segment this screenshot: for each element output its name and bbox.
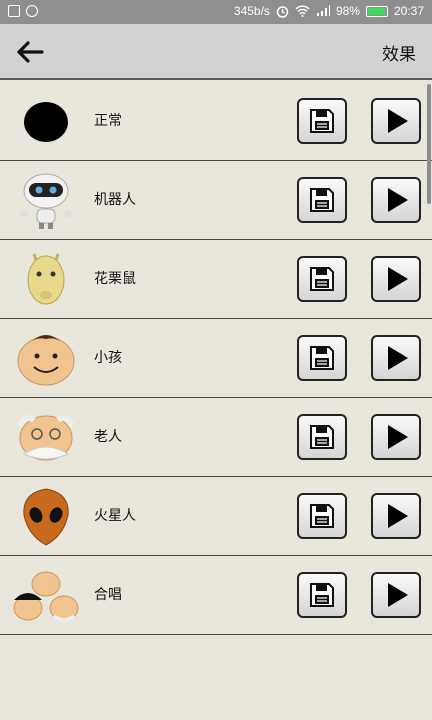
- robot-avatar: [12, 171, 80, 231]
- floppy-disk-icon: [310, 425, 334, 449]
- play-button[interactable]: [371, 98, 421, 144]
- play-button[interactable]: [371, 572, 421, 618]
- status-bar: 345b/s 98% 20:37: [0, 0, 432, 24]
- play-button[interactable]: [371, 414, 421, 460]
- effect-name: 火星人: [94, 508, 136, 524]
- save-button[interactable]: [297, 335, 347, 381]
- play-icon: [388, 267, 408, 291]
- list-item: 正常: [0, 82, 432, 161]
- chat-icon: [26, 5, 38, 17]
- save-button[interactable]: [297, 572, 347, 618]
- save-button[interactable]: [297, 414, 347, 460]
- effect-name: 老人: [94, 429, 122, 445]
- wifi-icon: [295, 5, 310, 17]
- play-icon: [388, 504, 408, 528]
- effect-name: 机器人: [94, 192, 136, 208]
- floppy-disk-icon: [310, 583, 334, 607]
- list-item: 合唱: [0, 556, 432, 635]
- battery-percent: 98%: [335, 4, 360, 18]
- play-button[interactable]: [371, 335, 421, 381]
- app-bar: 效果: [0, 24, 432, 80]
- save-button[interactable]: [297, 177, 347, 223]
- child-face-avatar: [12, 329, 80, 389]
- play-button[interactable]: [371, 493, 421, 539]
- notification-icons: [8, 5, 38, 17]
- play-icon: [388, 109, 408, 133]
- signal-icon: [316, 5, 330, 16]
- save-button[interactable]: [297, 493, 347, 539]
- battery-icon: [365, 5, 388, 17]
- list-item: 小孩: [0, 319, 432, 398]
- list-item: 机器人: [0, 161, 432, 240]
- net-speed: 345b/s: [233, 4, 270, 18]
- list-item: 火星人: [0, 477, 432, 556]
- image-icon: [8, 5, 20, 17]
- effect-name: 正常: [94, 113, 122, 129]
- black-circle-avatar: [12, 92, 80, 152]
- back-button[interactable]: [14, 38, 46, 66]
- page-title: 效果: [382, 45, 416, 65]
- list-item: 花栗鼠: [0, 240, 432, 319]
- play-button[interactable]: [371, 256, 421, 302]
- play-icon: [388, 188, 408, 212]
- save-button[interactable]: [297, 98, 347, 144]
- play-icon: [388, 583, 408, 607]
- alarm-icon: [276, 5, 289, 18]
- effect-name: 小孩: [94, 350, 122, 366]
- save-button[interactable]: [297, 256, 347, 302]
- effects-list: 正常 机器人 花栗鼠 小孩 老人 火星人 合唱: [0, 82, 432, 635]
- floppy-disk-icon: [310, 346, 334, 370]
- effect-name: 花栗鼠: [94, 271, 136, 287]
- play-button[interactable]: [371, 177, 421, 223]
- chorus-group-avatar: [12, 566, 80, 626]
- floppy-disk-icon: [310, 267, 334, 291]
- alien-face-avatar: [12, 487, 80, 547]
- play-icon: [388, 425, 408, 449]
- floppy-disk-icon: [310, 109, 334, 133]
- play-icon: [388, 346, 408, 370]
- system-icons: 345b/s 98% 20:37: [234, 4, 424, 18]
- floppy-disk-icon: [310, 188, 334, 212]
- list-item: 老人: [0, 398, 432, 477]
- effect-name: 合唱: [94, 587, 122, 603]
- clock: 20:37: [393, 4, 424, 18]
- chipmunk-avatar: [12, 250, 80, 310]
- floppy-disk-icon: [310, 504, 334, 528]
- scrollbar[interactable]: [427, 84, 431, 204]
- old-man-face-avatar: [12, 408, 80, 468]
- back-arrow-icon: [17, 41, 44, 63]
